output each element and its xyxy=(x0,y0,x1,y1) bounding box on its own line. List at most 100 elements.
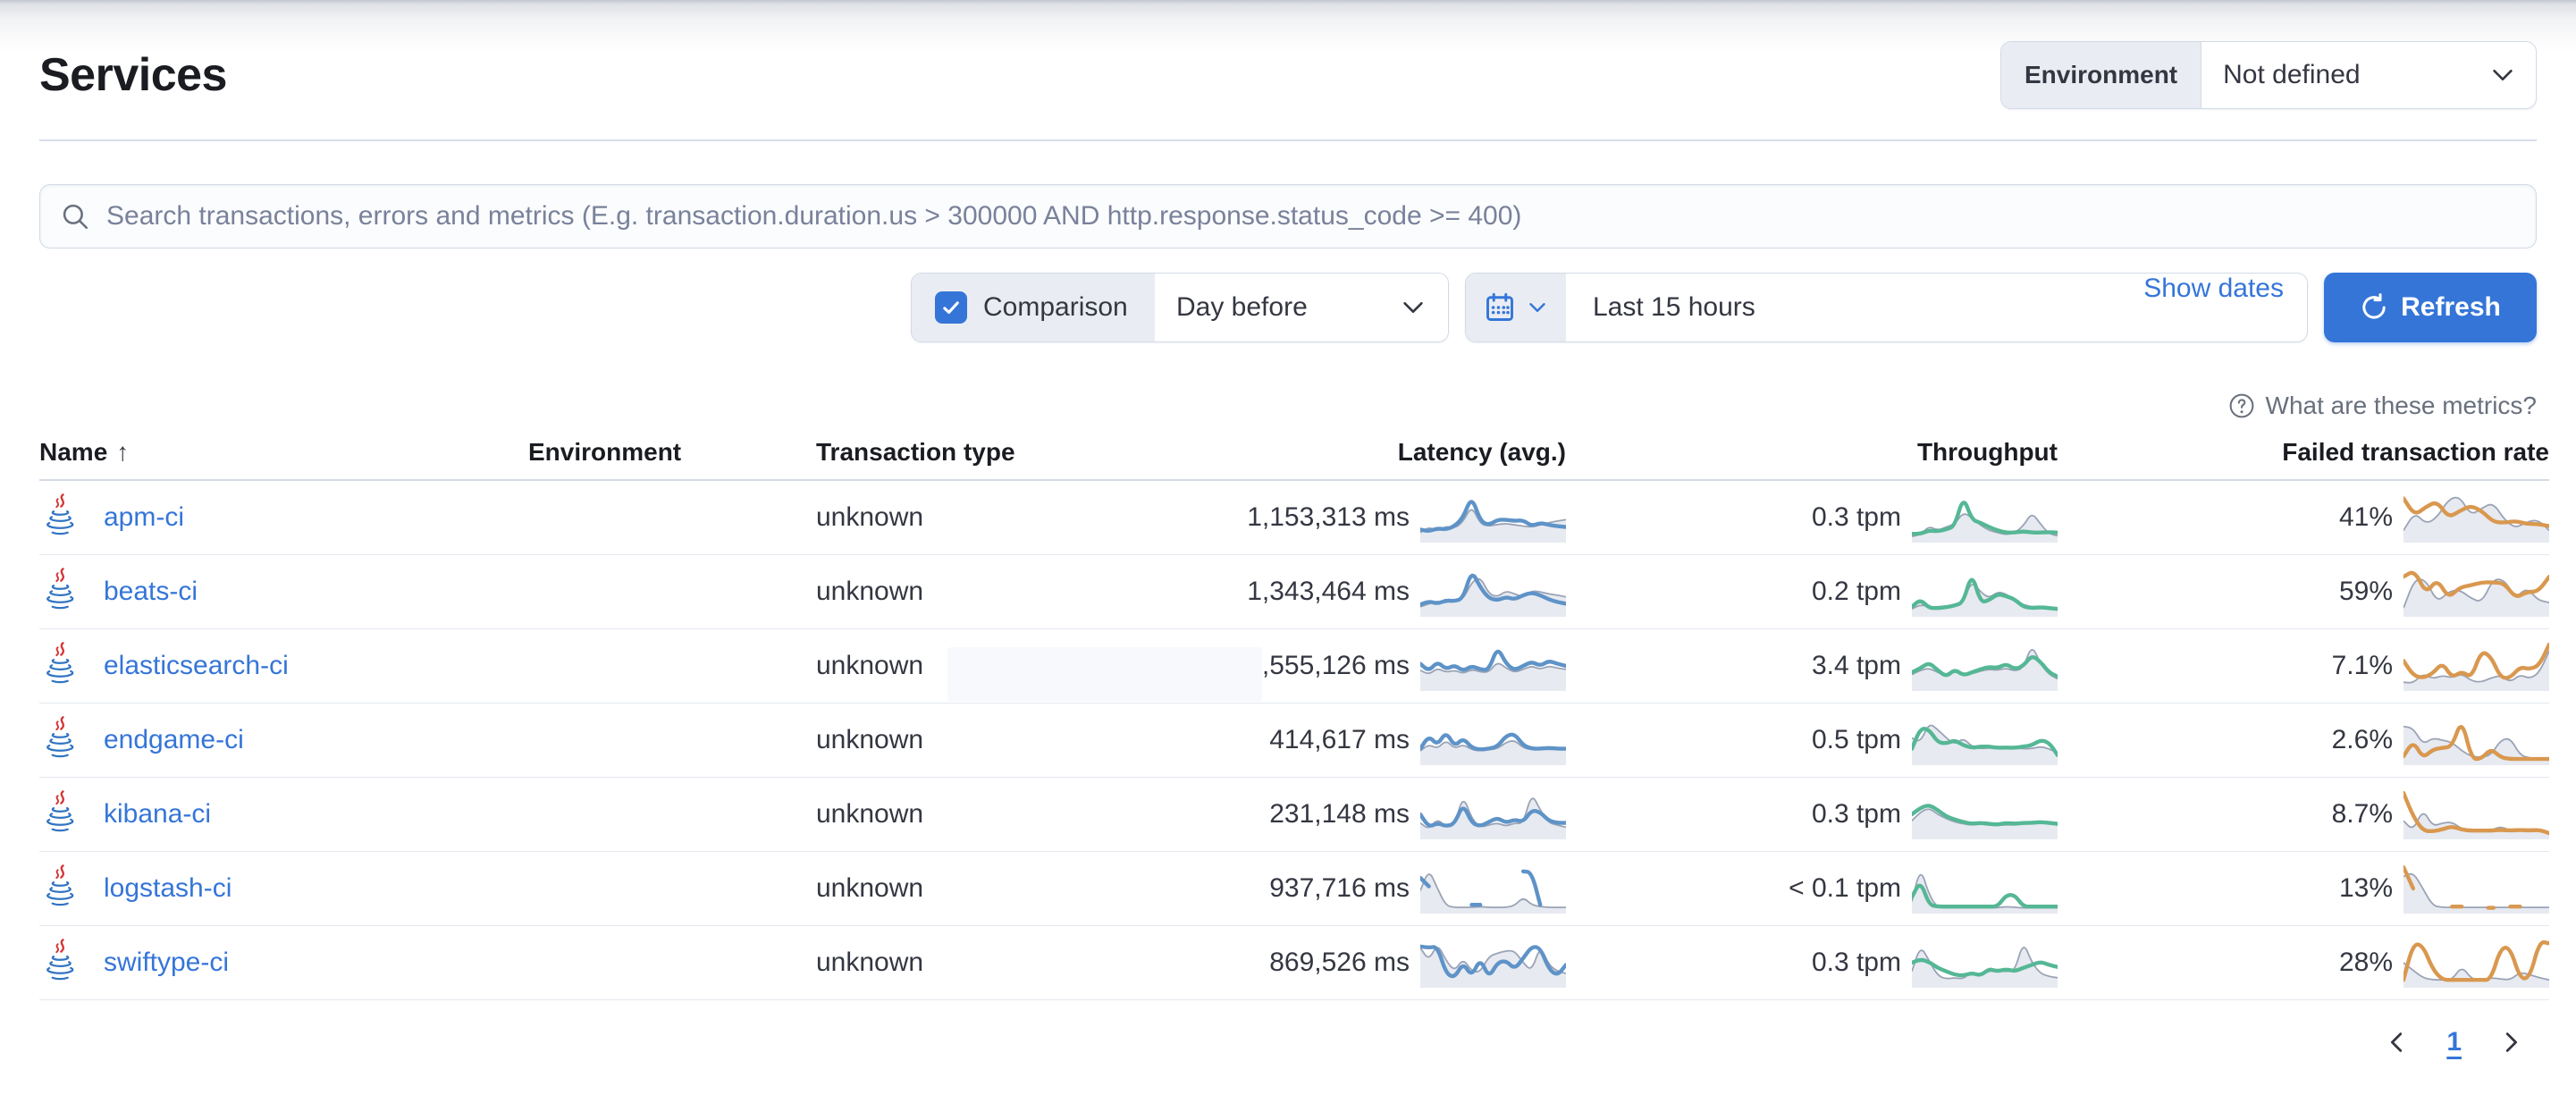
column-header-latency[interactable]: Latency (avg.) xyxy=(1106,438,1566,467)
chevron-down-icon xyxy=(1527,297,1548,318)
search-icon xyxy=(60,201,90,232)
metrics-help-link[interactable]: What are these metrics? xyxy=(39,392,2537,420)
column-header-transaction-type[interactable]: Transaction type xyxy=(816,438,1106,467)
sparkline-chart xyxy=(1912,493,2058,543)
failed-rate-cell-value: 59% xyxy=(2339,577,2393,607)
services-table: Name ↑ Environment Transaction type Late… xyxy=(39,438,2549,1000)
throughput-cell: < 0.1 tpm xyxy=(1566,863,2058,914)
java-icon xyxy=(39,716,80,765)
table-row: swiftype-ciunknown869,526 ms0.3 tpm28% xyxy=(39,926,2549,1000)
search-bar xyxy=(39,184,2537,249)
sparkline-chart xyxy=(1420,567,1566,617)
service-name-cell: swiftype-ci xyxy=(39,939,528,988)
show-dates-link[interactable]: Show dates xyxy=(2143,274,2307,341)
column-header-throughput[interactable]: Throughput xyxy=(1566,438,2058,467)
sparkline-chart xyxy=(2403,493,2549,543)
latency-cell: 869,526 ms xyxy=(1106,938,1566,988)
sparkline-chart xyxy=(1420,863,1566,914)
chevron-left-icon xyxy=(2384,1029,2411,1056)
refresh-button[interactable]: Refresh xyxy=(2324,273,2537,342)
chevron-right-icon xyxy=(2497,1029,2524,1056)
next-page-button[interactable] xyxy=(2497,1029,2524,1056)
sparkline-chart xyxy=(2403,715,2549,765)
time-range-value: Last 15 hours xyxy=(1593,292,1755,323)
failed-rate-cell-value: 41% xyxy=(2339,502,2393,533)
redaction-overlay xyxy=(947,647,1262,702)
header-divider xyxy=(39,139,2537,141)
java-icon xyxy=(39,939,80,988)
page-number-1[interactable]: 1 xyxy=(2446,1027,2462,1057)
time-range[interactable]: Last 15 hours xyxy=(1566,274,2143,341)
sparkline-chart xyxy=(1420,715,1566,765)
transaction-type-cell: unknown xyxy=(816,577,1106,607)
latency-cell-value: 231,148 ms xyxy=(1269,799,1410,830)
latency-cell-value: 1,555,126 ms xyxy=(1247,651,1410,681)
service-link[interactable]: kibana-ci xyxy=(104,799,211,830)
latency-cell: 937,716 ms xyxy=(1106,863,1566,914)
failed-rate-cell-value: 28% xyxy=(2339,948,2393,978)
quick-select-menu[interactable] xyxy=(1466,274,1566,341)
failed-rate-cell: 8.7% xyxy=(2058,789,2549,839)
sparkline-chart xyxy=(2403,863,2549,914)
service-link[interactable]: elasticsearch-ci xyxy=(104,651,289,681)
service-name-cell: kibana-ci xyxy=(39,790,528,839)
environment-filter[interactable]: Environment Not defined xyxy=(2000,41,2537,109)
service-link[interactable]: beats-ci xyxy=(104,577,198,607)
environment-filter-value: Not defined xyxy=(2201,42,2489,108)
service-link[interactable]: swiftype-ci xyxy=(104,948,229,978)
chevron-down-icon xyxy=(2489,62,2516,88)
table-row: beats-ci unknown 1,343,464 ms 0.2 tpm 59% xyxy=(39,555,2549,629)
throughput-cell-value: 0.2 tpm xyxy=(1812,577,1901,607)
service-name-cell: apm-ci xyxy=(39,493,528,543)
transaction-type-cell: unknown xyxy=(816,873,1106,904)
pagination: 1 xyxy=(39,1027,2537,1057)
column-header-name[interactable]: Name ↑ xyxy=(39,438,528,467)
table-row: apm-ciunknown1,153,313 ms0.3 tpm41% xyxy=(39,481,2549,555)
table-row: logstash-ci unknown 937,716 ms < 0.1 tpm 13% xyxy=(39,852,2549,926)
sort-ascending-icon: ↑ xyxy=(116,438,129,467)
column-header-failed-rate[interactable]: Failed transaction rate xyxy=(2058,438,2549,467)
service-name-cell: beats-ci xyxy=(39,568,528,617)
chevron-down-icon xyxy=(1400,294,1427,321)
latency-cell-value: 1,343,464 ms xyxy=(1247,577,1410,607)
refresh-label: Refresh xyxy=(2401,292,2501,323)
throughput-cell-value: 0.3 tpm xyxy=(1812,799,1901,830)
java-icon xyxy=(39,864,80,914)
latency-cell-value: 937,716 ms xyxy=(1269,873,1410,904)
java-icon xyxy=(39,568,80,617)
service-link[interactable]: apm-ci xyxy=(104,502,184,533)
sparkline-chart xyxy=(2403,789,2549,839)
throughput-cell: 3.4 tpm xyxy=(1566,641,2058,691)
apm-services-page: Services Environment Not defined Co xyxy=(0,0,2576,1057)
throughput-cell-value: 0.3 tpm xyxy=(1812,502,1901,533)
date-picker: Last 15 hours Show dates xyxy=(1465,273,2308,342)
failed-rate-cell-value: 2.6% xyxy=(2332,725,2393,755)
throughput-cell: 0.3 tpm xyxy=(1566,789,2058,839)
table-header-row: Name ↑ Environment Transaction type Late… xyxy=(39,438,2549,481)
service-link[interactable]: endgame-ci xyxy=(104,725,244,755)
service-name-cell: logstash-ci xyxy=(39,864,528,914)
previous-page-button[interactable] xyxy=(2384,1029,2411,1056)
table-body: apm-ciunknown1,153,313 ms0.3 tpm41%beats… xyxy=(39,481,2549,1000)
sparkline-chart xyxy=(2403,641,2549,691)
comparison-checkbox[interactable] xyxy=(935,291,967,324)
table-row: kibana-ciunknown231,148 ms0.3 tpm8.7% xyxy=(39,778,2549,852)
search-input[interactable] xyxy=(106,201,2516,232)
metrics-help-label: What are these metrics? xyxy=(2266,392,2537,420)
column-header-environment[interactable]: Environment xyxy=(528,438,816,467)
environment-filter-label: Environment xyxy=(2001,42,2201,108)
help-icon xyxy=(2228,392,2255,419)
failed-rate-cell: 28% xyxy=(2058,938,2549,988)
latency-cell-value: 869,526 ms xyxy=(1269,948,1410,978)
sparkline-chart xyxy=(1420,938,1566,988)
sparkline-chart xyxy=(1912,715,2058,765)
service-name-cell: elasticsearch-ci xyxy=(39,642,528,691)
sparkline-chart xyxy=(2403,938,2549,988)
throughput-cell: 0.3 tpm xyxy=(1566,493,2058,543)
service-link[interactable]: logstash-ci xyxy=(104,873,232,904)
sparkline-chart xyxy=(1420,789,1566,839)
failed-rate-cell-value: 13% xyxy=(2339,873,2393,904)
comparison-select[interactable]: Day before xyxy=(1155,274,1448,341)
failed-rate-cell: 2.6% xyxy=(2058,715,2549,765)
throughput-cell-value: < 0.1 tpm xyxy=(1789,873,1901,904)
